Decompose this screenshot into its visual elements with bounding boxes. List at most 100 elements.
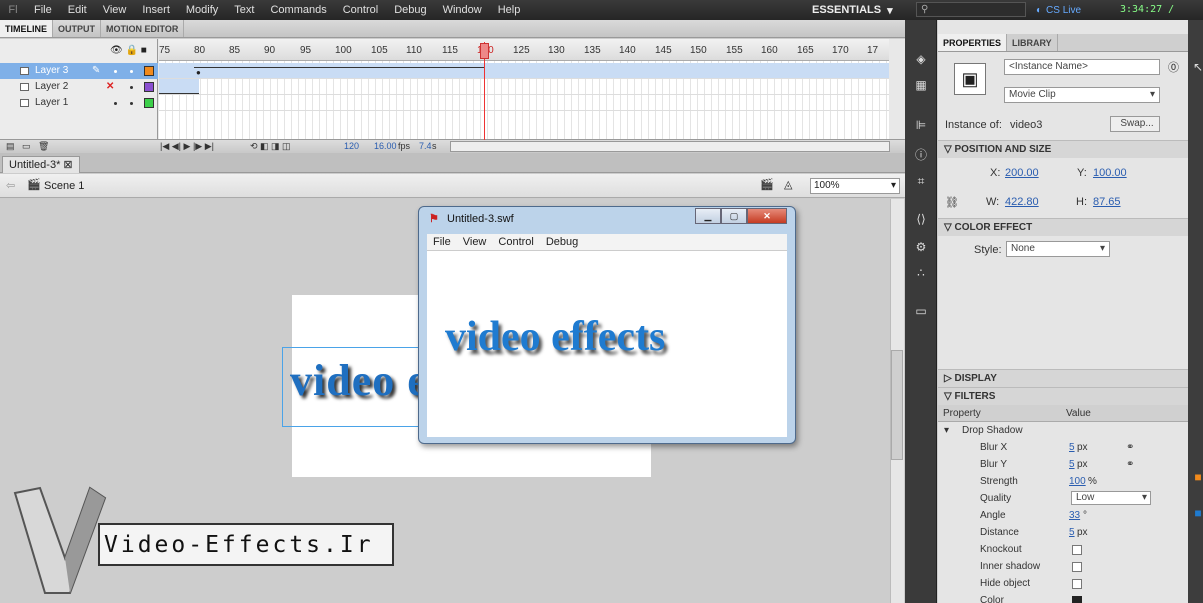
new-folder-icon[interactable]: ▭ <box>22 141 31 152</box>
color-effect-header[interactable]: ▽ COLOR EFFECT <box>938 218 1188 236</box>
menu-window[interactable]: Window <box>435 4 490 16</box>
close-icon[interactable]: ✕ <box>747 208 787 224</box>
maximize-icon[interactable]: ▢ <box>721 208 747 224</box>
filter-value[interactable]: 100 <box>1069 473 1086 490</box>
frame-row-layer1[interactable] <box>159 95 889 111</box>
playback-controls-icon[interactable]: |◀ ◀| ▶ |▶ ▶| <box>160 141 214 152</box>
swap-button[interactable]: Swap... <box>1110 116 1160 132</box>
tab-properties[interactable]: PROPERTIES <box>938 34 1008 51</box>
onion-skin-icon[interactable]: ⟲ ◧ ◨ ◫ <box>250 141 291 152</box>
hide-object-checkbox[interactable] <box>1072 579 1082 589</box>
layer-row-2[interactable]: Layer 2 ✕ <box>0 79 158 95</box>
stroke-color-icon[interactable]: ■ <box>1189 470 1203 486</box>
filter-row[interactable]: Quality Low ▾ <box>938 490 1188 507</box>
motion-presets-icon[interactable]: ∴ <box>912 266 930 282</box>
lock-dot[interactable] <box>130 86 133 89</box>
outline-icon[interactable]: ■ <box>141 45 147 56</box>
lock-ratio-icon[interactable]: ⛓ <box>945 196 959 209</box>
timeline-hscroll[interactable] <box>450 141 890 152</box>
timeline-ruler[interactable]: 75 80 85 90 95 100 105 110 115 120 125 1… <box>159 39 889 61</box>
layer-color-box[interactable] <box>144 66 154 76</box>
frame-row-layer3[interactable]: ● <box>159 63 889 79</box>
tab-output[interactable]: OUTPUT <box>53 20 101 37</box>
knockout-checkbox[interactable] <box>1072 545 1082 555</box>
eye-icon[interactable]: 👁 <box>110 45 123 56</box>
tab-motion-editor[interactable]: MOTION EDITOR <box>101 20 185 37</box>
layer-color-box[interactable] <box>144 98 154 108</box>
edit-scene-icon[interactable]: 🎬 <box>760 178 774 191</box>
layer-row-1[interactable]: Layer 1 <box>0 95 158 111</box>
selection-box[interactable] <box>282 347 422 427</box>
document-tab[interactable]: Untitled-3* ⊠ <box>2 156 80 173</box>
position-size-header[interactable]: ▽ POSITION AND SIZE <box>938 140 1188 158</box>
menu-text[interactable]: Text <box>226 4 262 16</box>
lock-icon[interactable]: 🔒 <box>125 45 137 56</box>
link-icon[interactable]: ⚭ <box>1126 439 1134 456</box>
align-icon[interactable]: ⊫ <box>912 118 930 134</box>
cs-live-button[interactable]: ◐ CS Live <box>1036 0 1081 20</box>
menu-help[interactable]: Help <box>490 4 529 16</box>
edit-symbols-icon[interactable]: ◬ <box>784 178 792 191</box>
filter-row[interactable]: Blur Y 5 px ⚭ <box>938 456 1188 473</box>
menu-commands[interactable]: Commands <box>262 4 334 16</box>
swf-menu-view[interactable]: View <box>457 234 493 250</box>
lock-dot[interactable] <box>130 70 133 73</box>
menu-debug[interactable]: Debug <box>386 4 434 16</box>
menu-insert[interactable]: Insert <box>134 4 178 16</box>
workspace-switcher[interactable]: ESSENTIALS ▾ <box>812 0 893 20</box>
components-icon[interactable]: ⚙ <box>912 240 930 256</box>
filters-header[interactable]: ▽ FILTERS <box>938 387 1188 405</box>
tab-timeline[interactable]: TIMELINE <box>0 20 53 37</box>
filter-value[interactable]: 5 <box>1069 456 1075 473</box>
tab-library[interactable]: LIBRARY <box>1007 34 1058 51</box>
menu-view[interactable]: View <box>95 4 135 16</box>
frame-row-layer2[interactable] <box>159 79 889 95</box>
y-value[interactable]: 100.00 <box>1093 167 1127 179</box>
current-frame[interactable]: 120 <box>344 141 359 151</box>
library-grid-icon[interactable]: ▦ <box>912 78 930 94</box>
w-value[interactable]: 422.80 <box>1005 196 1039 208</box>
menu-edit[interactable]: Edit <box>60 4 95 16</box>
filter-row[interactable]: Angle 33 ° <box>938 507 1188 524</box>
layer-row-3[interactable]: Layer 3 ✎ <box>0 63 158 79</box>
lock-dot[interactable] <box>130 102 133 105</box>
x-value[interactable]: 200.00 <box>1005 167 1039 179</box>
h-value[interactable]: 87.65 <box>1093 196 1121 208</box>
swf-menu-file[interactable]: File <box>427 234 457 250</box>
menu-file[interactable]: File <box>26 4 60 16</box>
playhead-handle[interactable] <box>480 43 489 59</box>
color-swatches-icon[interactable]: ◈ <box>912 52 930 68</box>
help-search-input[interactable]: ⚲ <box>916 2 1026 17</box>
help-icon[interactable]: ⓪ <box>1168 59 1179 75</box>
swf-menu-debug[interactable]: Debug <box>540 234 584 250</box>
frame-rate[interactable]: 16.00 <box>374 141 397 151</box>
delete-layer-icon[interactable]: 🗑 <box>38 141 49 152</box>
minimize-icon[interactable]: ▁ <box>695 208 721 224</box>
new-layer-icon[interactable]: ▤ <box>6 141 15 152</box>
filter-value[interactable]: 5 <box>1069 439 1075 456</box>
filter-row[interactable]: Strength 100% <box>938 473 1188 490</box>
quality-select[interactable]: Low ▾ <box>1071 491 1151 505</box>
hidden-x-icon[interactable]: ✕ <box>106 79 114 95</box>
filter-row[interactable]: Blur X 5 px ⚭ <box>938 439 1188 456</box>
inner-shadow-checkbox[interactable] <box>1072 562 1082 572</box>
color-style-select[interactable]: None ▾ <box>1006 241 1110 257</box>
menu-modify[interactable]: Modify <box>178 4 226 16</box>
transform-icon[interactable]: ⌗ <box>912 174 930 190</box>
filter-row[interactable]: Distance 5 px <box>938 524 1188 541</box>
close-icon[interactable]: ⊠ <box>63 159 72 171</box>
link-icon[interactable]: ⚭ <box>1126 456 1134 473</box>
filter-value[interactable]: 5 <box>1069 524 1075 541</box>
swf-menu-control[interactable]: Control <box>492 234 539 250</box>
display-header[interactable]: ▷ DISPLAY <box>938 369 1188 387</box>
filter-row[interactable]: Color <box>938 592 1188 603</box>
filter-value[interactable]: 33 <box>1069 507 1080 524</box>
zoom-select[interactable]: 100% ▾ <box>810 178 900 194</box>
instance-name-input[interactable]: <Instance Name> <box>1004 59 1160 75</box>
filter-drop-shadow[interactable]: ▾ Drop Shadow <box>938 422 1188 439</box>
layer-color-box[interactable] <box>144 82 154 92</box>
filter-row[interactable]: Knockout <box>938 541 1188 558</box>
stage-vscroll-thumb[interactable] <box>891 350 903 460</box>
swf-player-window[interactable]: ⚑ Untitled-3.swf ▁ ▢ ✕ File View Control… <box>418 206 796 444</box>
color-swatch[interactable] <box>1072 596 1082 603</box>
